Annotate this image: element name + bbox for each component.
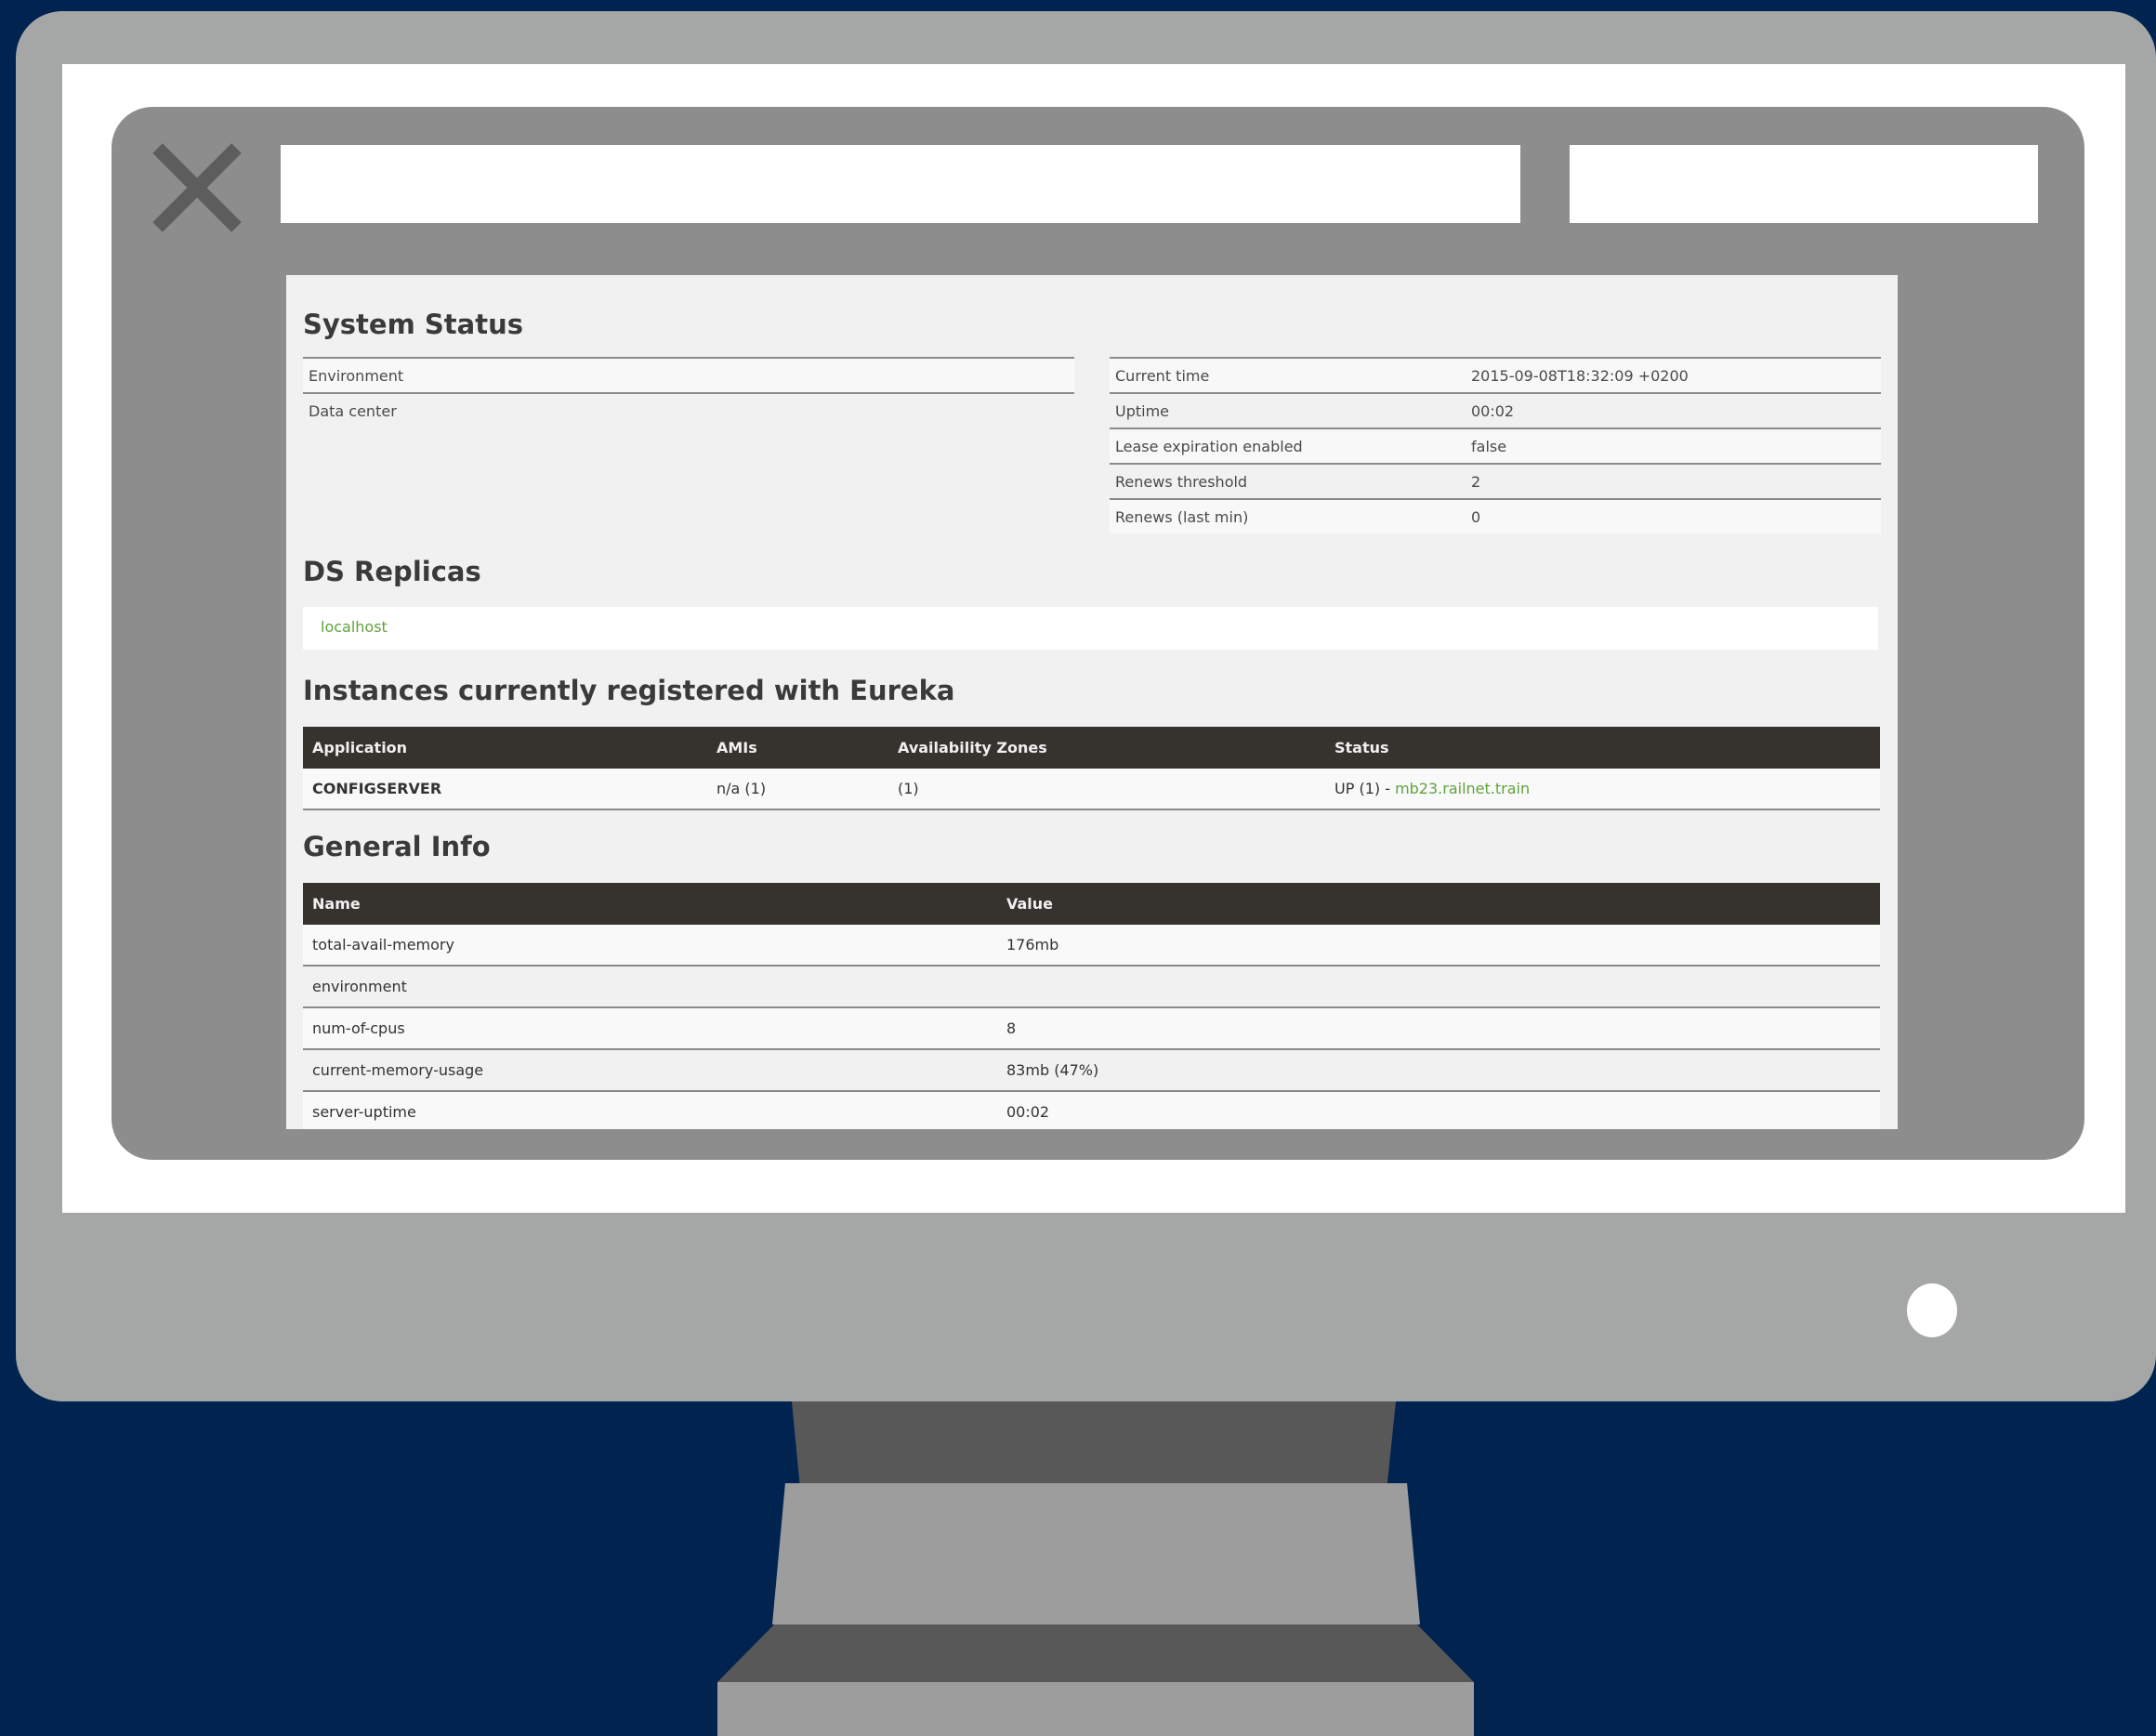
- system-status-heading: System Status: [303, 309, 523, 340]
- column-header-application: Application: [303, 727, 707, 769]
- info-name: server-uptime: [303, 1091, 997, 1129]
- system-status-row: Uptime 00:02: [1110, 392, 1881, 428]
- status-value: 2015-09-08T18:32:09 +0200: [1466, 357, 1881, 393]
- table-row: environment: [303, 966, 1880, 1008]
- status-key: Current time: [1110, 357, 1466, 393]
- column-header-amis: AMIs: [707, 727, 888, 769]
- info-name: current-memory-usage: [303, 1049, 997, 1092]
- status-cell: UP (1) - mb23.railnet.train: [1325, 769, 1880, 810]
- general-info-header-row: Name Value: [303, 883, 1880, 925]
- info-name: total-avail-memory: [303, 925, 997, 967]
- instances-table: Application AMIs Availability Zones Stat…: [303, 727, 1880, 810]
- table-row: num-of-cpus 8: [303, 1007, 1880, 1050]
- status-value: false: [1466, 427, 1881, 464]
- eureka-dashboard-page: System Status Environment Data center Cu…: [286, 275, 1898, 1129]
- general-info-heading: General Info: [303, 831, 491, 862]
- monitor-stand: [772, 1483, 1420, 1624]
- status-key: Environment: [303, 357, 1002, 393]
- status-key: Renews threshold: [1110, 463, 1466, 499]
- zones-value: (1): [888, 769, 1325, 810]
- info-value: 83mb (47%): [997, 1049, 1880, 1092]
- close-icon[interactable]: [151, 141, 243, 234]
- status-value: 2: [1466, 463, 1881, 499]
- system-status-right-table: Current time 2015-09-08T18:32:09 +0200 U…: [1110, 357, 1881, 533]
- column-header-status: Status: [1325, 727, 1880, 769]
- instances-heading: Instances currently registered with Eure…: [303, 675, 955, 706]
- status-text: UP (1) -: [1334, 780, 1396, 797]
- power-light-icon: [1907, 1283, 1957, 1337]
- table-row: server-uptime 00:02: [303, 1091, 1880, 1129]
- system-status-row: Renews threshold 2: [1110, 463, 1881, 499]
- status-value: [1001, 357, 1074, 393]
- status-key: Renews (last min): [1110, 498, 1466, 533]
- system-status-left-table: Environment Data center: [303, 357, 1074, 427]
- status-value: [1001, 392, 1074, 427]
- table-row: current-memory-usage 83mb (47%): [303, 1049, 1880, 1092]
- address-bar[interactable]: [281, 145, 1520, 223]
- table-row: total-avail-memory 176mb: [303, 925, 1880, 967]
- status-key: Lease expiration enabled: [1110, 427, 1466, 464]
- instances-header-row: Application AMIs Availability Zones Stat…: [303, 727, 1880, 769]
- column-header-name: Name: [303, 883, 997, 925]
- instance-link[interactable]: mb23.railnet.train: [1395, 780, 1530, 797]
- info-value: 176mb: [997, 925, 1880, 967]
- ds-replicas-list: localhost: [303, 607, 1878, 650]
- application-name: CONFIGSERVER: [303, 769, 707, 810]
- system-status-row: Lease expiration enabled false: [1110, 427, 1881, 464]
- system-status-row: Data center: [303, 392, 1074, 427]
- system-status-row: Current time 2015-09-08T18:32:09 +0200: [1110, 357, 1881, 393]
- info-name: num-of-cpus: [303, 1007, 997, 1050]
- info-value: 00:02: [997, 1091, 1880, 1129]
- replica-link-localhost[interactable]: localhost: [321, 618, 388, 636]
- column-header-value: Value: [997, 883, 1880, 925]
- column-header-zones: Availability Zones: [888, 727, 1325, 769]
- status-key: Uptime: [1110, 392, 1466, 428]
- info-name: environment: [303, 966, 997, 1008]
- general-info-table: Name Value total-avail-memory 176mb envi…: [303, 883, 1880, 1129]
- monitor-neck: [792, 1401, 1396, 1483]
- system-status-row: Renews (last min) 0: [1110, 498, 1881, 533]
- monitor-stand-base: [717, 1682, 1474, 1736]
- search-bar[interactable]: [1570, 145, 2038, 223]
- table-row: CONFIGSERVER n/a (1) (1) UP (1) - mb23.r…: [303, 769, 1880, 810]
- status-key: Data center: [303, 392, 1002, 427]
- amis-value: n/a (1): [707, 769, 888, 810]
- status-value: 0: [1466, 498, 1881, 533]
- monitor-stand-top: [717, 1624, 1474, 1682]
- status-value: 00:02: [1466, 392, 1881, 428]
- info-value: [997, 966, 1880, 1008]
- ds-replicas-heading: DS Replicas: [303, 556, 481, 587]
- system-status-row: Environment: [303, 357, 1074, 393]
- info-value: 8: [997, 1007, 1880, 1050]
